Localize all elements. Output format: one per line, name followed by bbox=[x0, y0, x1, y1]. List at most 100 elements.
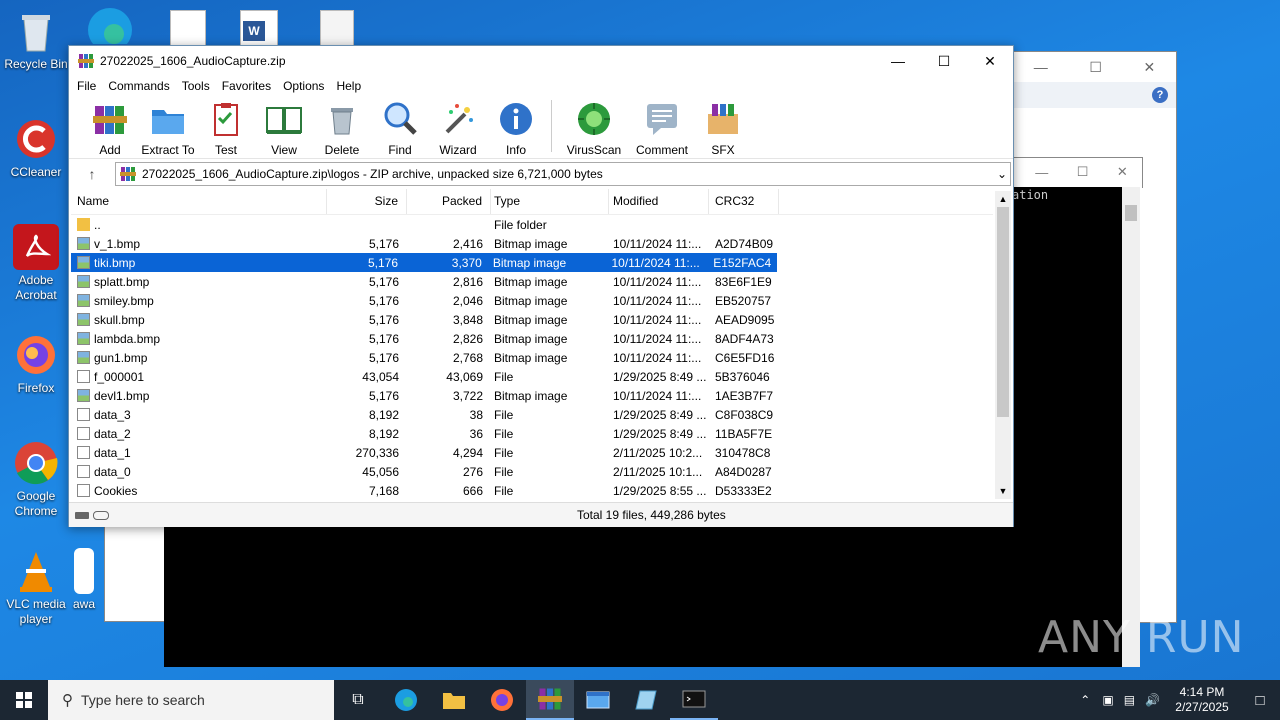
network-icon[interactable]: ▣ bbox=[1102, 693, 1113, 707]
cell-text: data_2 bbox=[94, 426, 131, 441]
desktop-icon-recycle-bin[interactable]: Recycle Bin bbox=[0, 8, 72, 72]
desktop-icon-firefox[interactable]: Firefox bbox=[0, 332, 72, 396]
table-row[interactable]: lambda.bmp 5,176 2,826 Bitmap image 10/11/20… bbox=[71, 329, 993, 348]
scroll-down-icon[interactable]: ▼ bbox=[995, 483, 1011, 499]
chevron-up-icon[interactable]: ⌃ bbox=[1080, 693, 1090, 707]
find-button[interactable]: Find bbox=[371, 96, 429, 157]
firefox-icon bbox=[491, 689, 513, 711]
cell-type: Bitmap image bbox=[490, 256, 608, 270]
table-row[interactable]: splatt.bmp 5,176 2,816 Bitmap image 10/11/20… bbox=[71, 272, 993, 291]
close-icon[interactable]: ✕ bbox=[1117, 164, 1128, 180]
view-button[interactable]: View bbox=[255, 96, 313, 157]
image-file-icon[interactable] bbox=[170, 10, 206, 48]
table-row[interactable]: gun1.bmp 5,176 2,768 Bitmap image 10/11/2024… bbox=[71, 348, 993, 367]
extract-to-button[interactable]: Extract To bbox=[139, 96, 197, 157]
cell-text: File bbox=[494, 464, 514, 479]
up-folder-button[interactable]: ↑ bbox=[69, 166, 115, 182]
menu-file[interactable]: File bbox=[71, 79, 102, 93]
table-row[interactable]: smiley.bmp 5,176 2,046 Bitmap image 10/11/20… bbox=[71, 291, 993, 310]
column-modified[interactable]: Modified bbox=[609, 189, 709, 214]
desktop-icon-partial[interactable]: awa bbox=[64, 548, 104, 612]
table-row[interactable]: v_1.bmp 5,176 2,416 Bitmap image 10/11/2024 … bbox=[71, 234, 993, 253]
column-size[interactable]: Size bbox=[327, 189, 407, 214]
cell-name: tiki.bmp bbox=[71, 255, 326, 270]
task-view-button[interactable]: ⧉ bbox=[334, 680, 382, 720]
delete-button[interactable]: Delete bbox=[313, 96, 371, 157]
minimize-icon: — bbox=[891, 53, 905, 69]
minimize-icon[interactable]: — bbox=[1034, 59, 1048, 75]
taskbar-edge[interactable] bbox=[382, 680, 430, 720]
maximize-icon[interactable]: ☐ bbox=[1089, 59, 1102, 76]
maximize-icon[interactable]: ☐ bbox=[1077, 164, 1089, 180]
column-name[interactable]: Name bbox=[71, 189, 327, 214]
edge-desktop-icon[interactable] bbox=[86, 4, 134, 52]
menu-favorites[interactable]: Favorites bbox=[216, 79, 277, 93]
cell-text: 10/11/2024 11:... bbox=[613, 274, 702, 289]
desktop-icon-vlc[interactable]: VLC media player bbox=[0, 548, 72, 627]
table-row[interactable]: devl1.bmp 5,176 3,722 Bitmap image 10/11/202… bbox=[71, 386, 993, 405]
taskbar-search-box[interactable]: ⚲ Type here to search bbox=[48, 680, 334, 720]
table-row[interactable]: tiki.bmp 5,176 3,370 Bitmap image 10/11/2024… bbox=[71, 253, 777, 272]
wizard-button[interactable]: Wizard bbox=[429, 96, 487, 157]
taskbar-console[interactable] bbox=[670, 680, 718, 720]
cell-text: 8,192 bbox=[368, 426, 399, 441]
column-type[interactable]: Type bbox=[491, 189, 609, 214]
close-button[interactable]: ✕ bbox=[967, 46, 1013, 76]
table-row[interactable]: skull.bmp 5,176 3,848 Bitmap image 10/11/202… bbox=[71, 310, 993, 329]
table-row[interactable]: data_0 45,056 276 File 2/11/2025 10:1... A84D… bbox=[71, 462, 993, 481]
path-field[interactable]: 27022025_1606_AudioCapture.zip\logos - Z… bbox=[115, 162, 1011, 186]
table-row[interactable]: f_000001 43,054 43,069 File 1/29/2025 8:49 .… bbox=[71, 367, 993, 386]
menu-help[interactable]: Help bbox=[330, 79, 367, 93]
chevron-down-icon[interactable]: ⌄ bbox=[994, 167, 1010, 181]
table-row[interactable]: Cookies 7,168 666 File 1/29/2025 8:55 ... D53… bbox=[71, 481, 993, 499]
menu-commands[interactable]: Commands bbox=[102, 79, 175, 93]
sfx-button[interactable]: SFX bbox=[694, 96, 752, 157]
minimize-button[interactable]: — bbox=[875, 46, 921, 76]
taskbar-app-window[interactable] bbox=[574, 680, 622, 720]
vertical-scrollbar[interactable]: ▲ ▼ bbox=[995, 191, 1011, 499]
start-button[interactable] bbox=[0, 680, 48, 720]
help-icon[interactable]: ? bbox=[1152, 87, 1168, 103]
info-button[interactable]: Info bbox=[487, 96, 545, 157]
desktop-icon-ccleaner[interactable]: CCleaner bbox=[0, 116, 72, 180]
table-row[interactable]: .. File folder bbox=[71, 215, 993, 234]
taskbar-file-explorer[interactable] bbox=[430, 680, 478, 720]
virusscan-button[interactable]: VirusScan bbox=[558, 96, 630, 157]
settings-file-icon[interactable] bbox=[320, 10, 354, 48]
column-crc32[interactable]: CRC32 bbox=[709, 189, 779, 214]
menu-options[interactable]: Options bbox=[277, 79, 330, 93]
status-bar: Total 19 files, 449,286 bytes bbox=[69, 502, 1013, 527]
table-row[interactable]: data_1 270,336 4,294 File 2/11/2025 10:2... 3… bbox=[71, 443, 993, 462]
desktop-icon-adobe-acrobat[interactable]: Adobe Acrobat bbox=[0, 224, 72, 303]
menu-tools[interactable]: Tools bbox=[176, 79, 216, 93]
table-row[interactable]: data_3 8,192 38 File 1/29/2025 8:49 ... C8F03… bbox=[71, 405, 993, 424]
notification-icon[interactable]: □ bbox=[1240, 692, 1280, 709]
taskbar-winrar[interactable] bbox=[526, 680, 574, 720]
column-packed[interactable]: Packed bbox=[407, 189, 491, 214]
scroll-up-icon[interactable]: ▲ bbox=[995, 191, 1011, 207]
add-button[interactable]: Add bbox=[81, 96, 139, 157]
clock[interactable]: 4:14 PM 2/27/2025 bbox=[1164, 685, 1240, 715]
word-file-icon[interactable]: W bbox=[240, 10, 278, 48]
cell-type: File bbox=[491, 484, 609, 498]
console-scrollbar[interactable] bbox=[1122, 187, 1140, 667]
close-icon[interactable]: ✕ bbox=[1143, 59, 1155, 76]
file-list[interactable]: Name Size Packed Type Modified CRC32 .. F… bbox=[71, 189, 993, 499]
cell-type: Bitmap image bbox=[491, 351, 609, 365]
taskbar-firefox[interactable] bbox=[478, 680, 526, 720]
scrollbar-thumb[interactable] bbox=[997, 207, 1009, 417]
winrar-window[interactable]: 27022025_1606_AudioCapture.zip — ☐ ✕ Fil… bbox=[68, 45, 1014, 527]
cell-type: File bbox=[491, 465, 609, 479]
volume-icon[interactable]: 🔊 bbox=[1145, 693, 1160, 707]
test-button[interactable]: Test bbox=[197, 96, 255, 157]
ethernet-icon[interactable]: ▤ bbox=[1124, 693, 1135, 707]
comment-button[interactable]: Comment bbox=[630, 96, 694, 157]
acrobat-icon bbox=[13, 224, 59, 270]
minimize-icon[interactable]: — bbox=[1035, 165, 1048, 180]
title-bar[interactable]: 27022025_1606_AudioCapture.zip — ☐ ✕ bbox=[69, 46, 1013, 76]
taskbar-notepad[interactable] bbox=[622, 680, 670, 720]
maximize-button[interactable]: ☐ bbox=[921, 46, 967, 76]
console-window-frame[interactable]: — ☐ ✕ bbox=[1012, 157, 1143, 188]
table-row[interactable]: data_2 8,192 36 File 1/29/2025 8:49 ... 11BA5… bbox=[71, 424, 993, 443]
desktop-icon-google-chrome[interactable]: Google Chrome bbox=[0, 440, 72, 519]
